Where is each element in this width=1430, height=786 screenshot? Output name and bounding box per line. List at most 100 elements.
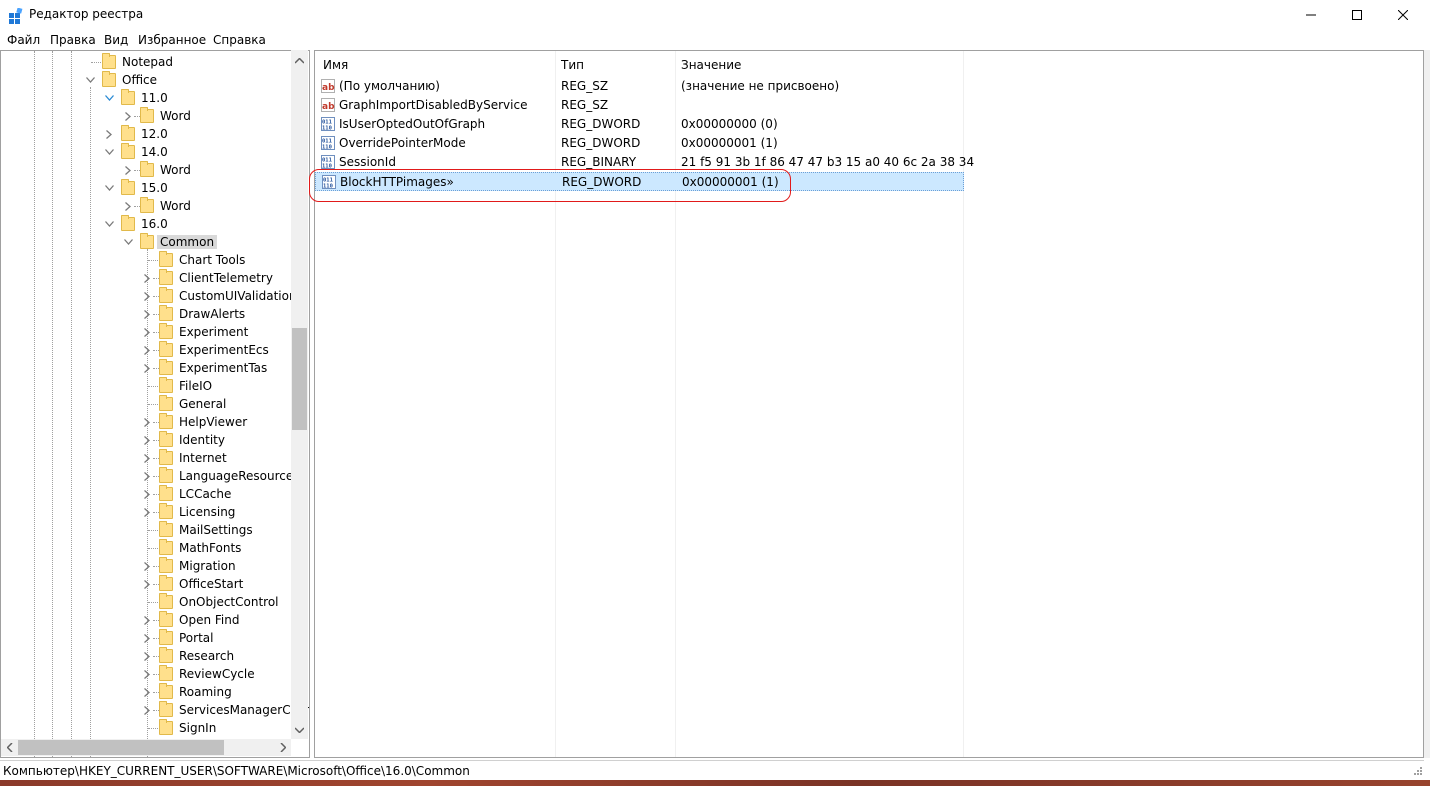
chevron-right-icon[interactable]: [122, 197, 134, 215]
chevron-right-icon[interactable]: [141, 431, 153, 449]
tree-item[interactable]: Licensing: [1, 503, 291, 521]
tree-item-label[interactable]: 15.0: [141, 181, 168, 195]
tree-item[interactable]: Chart Tools: [1, 251, 291, 269]
tree-item-label[interactable]: ClientTelemetry: [179, 271, 273, 285]
tree-item-label[interactable]: CustomUIValidationC: [179, 289, 305, 303]
tree-item-label[interactable]: Word: [160, 199, 191, 213]
tree-item-label[interactable]: LanguageResources: [179, 469, 300, 483]
tree-item[interactable]: MailSettings: [1, 521, 291, 539]
menu-file[interactable]: Файл: [7, 33, 40, 47]
tree-item[interactable]: Notepad: [1, 53, 291, 71]
close-button[interactable]: [1380, 0, 1426, 30]
tree-item-label[interactable]: DrawAlerts: [179, 307, 245, 321]
tree-item[interactable]: 16.0: [1, 215, 291, 233]
chevron-right-icon[interactable]: [141, 575, 153, 593]
menu-help[interactable]: Справка: [213, 33, 266, 47]
tree-item[interactable]: ServicesManagerCach: [1, 701, 309, 719]
value-row[interactable]: 011 110 OverridePointerMode REG_DWORD 0x0000…: [315, 134, 964, 153]
tree-item[interactable]: Word: [1, 107, 291, 125]
chevron-right-icon[interactable]: [141, 305, 153, 323]
tree-item-label[interactable]: Licensing: [179, 505, 235, 519]
minimize-button[interactable]: [1288, 0, 1334, 30]
tree-item[interactable]: ReviewCycle: [1, 665, 291, 683]
tree-item-label[interactable]: Migration: [179, 559, 236, 573]
tree-item[interactable]: Open Find: [1, 611, 291, 629]
tree-item-label[interactable]: General: [179, 397, 226, 411]
tree-item-label[interactable]: Research: [179, 649, 234, 663]
tree-item-label[interactable]: OfficeStart: [179, 577, 243, 591]
tree-item[interactable]: MathFonts: [1, 539, 291, 557]
tree-item-label[interactable]: 11.0: [141, 91, 168, 105]
value-row[interactable]: ab GraphImportDisabledByService REG_SZ: [315, 96, 964, 115]
chevron-down-icon[interactable]: [103, 179, 115, 197]
tree-item-label[interactable]: SignIn: [179, 721, 216, 735]
chevron-right-icon[interactable]: [141, 341, 153, 359]
value-row[interactable]: 011 110 SessionId REG_BINARY 21 f5 91 3b 1f …: [315, 153, 974, 172]
tree-item[interactable]: Common: [1, 233, 291, 251]
chevron-right-icon[interactable]: [141, 557, 153, 575]
chevron-right-icon[interactable]: [141, 323, 153, 341]
tree-vertical-scroll-thumb[interactable]: [292, 328, 307, 430]
maximize-button[interactable]: [1334, 0, 1380, 30]
chevron-right-icon[interactable]: [122, 107, 134, 125]
tree-item-label[interactable]: Internet: [179, 451, 227, 465]
scroll-left-arrow-icon[interactable]: [1, 739, 18, 756]
tree-item-label[interactable]: 14.0: [141, 145, 168, 159]
menu-edit[interactable]: Правка: [50, 33, 96, 47]
tree-item[interactable]: Roaming: [1, 683, 291, 701]
chevron-right-icon[interactable]: [122, 161, 134, 179]
tree-item-label[interactable]: Office: [122, 73, 157, 87]
chevron-down-icon[interactable]: [122, 233, 134, 251]
scroll-right-arrow-icon[interactable]: [274, 739, 291, 756]
chevron-right-icon[interactable]: [141, 287, 153, 305]
tree-item[interactable]: 11.0: [1, 89, 291, 107]
tree-item[interactable]: FileIO: [1, 377, 291, 395]
column-header-type[interactable]: Тип: [561, 58, 584, 72]
resize-grip-icon[interactable]: [1411, 766, 1423, 778]
chevron-right-icon[interactable]: [141, 467, 153, 485]
tree-item-label[interactable]: Word: [160, 109, 191, 123]
tree-item[interactable]: 12.0: [1, 125, 291, 143]
tree-item[interactable]: ExperimentEcs: [1, 341, 291, 359]
tree-item-label[interactable]: Portal: [179, 631, 213, 645]
value-row[interactable]: 011 110 IsUserOptedOutOfGraph REG_DWORD 0x00…: [315, 115, 964, 134]
chevron-down-icon[interactable]: [103, 89, 115, 107]
chevron-right-icon[interactable]: [141, 701, 153, 719]
tree-item-label[interactable]: Chart Tools: [179, 253, 245, 267]
tree-item[interactable]: 15.0: [1, 179, 291, 197]
tree-item[interactable]: Research: [1, 647, 291, 665]
tree-item-label[interactable]: ReviewCycle: [179, 667, 255, 681]
chevron-right-icon[interactable]: [141, 611, 153, 629]
column-header-name[interactable]: Имя: [323, 58, 348, 72]
tree-item-label[interactable]: OnObjectControl: [179, 595, 279, 609]
tree-item[interactable]: Identity: [1, 431, 291, 449]
tree-item-label[interactable]: HelpViewer: [179, 415, 247, 429]
value-row[interactable]: 011 110 BlockHTTPimages» REG_DWORD 0x0000000…: [315, 172, 964, 191]
tree-item[interactable]: LanguageResources: [1, 467, 300, 485]
tree-item[interactable]: Migration: [1, 557, 291, 575]
tree-item-label[interactable]: LCCache: [179, 487, 231, 501]
chevron-down-icon[interactable]: [84, 71, 96, 89]
column-header-data[interactable]: Значение: [681, 58, 741, 72]
scroll-up-arrow-icon[interactable]: [291, 52, 308, 69]
tree-item-label[interactable]: MathFonts: [179, 541, 241, 555]
tree-item[interactable]: 14.0: [1, 143, 291, 161]
tree-item[interactable]: Portal: [1, 629, 291, 647]
tree-item-label[interactable]: Roaming: [179, 685, 232, 699]
tree-item-label[interactable]: Open Find: [179, 613, 239, 627]
tree-item-label[interactable]: FileIO: [179, 379, 212, 393]
tree-item[interactable]: Office: [1, 71, 291, 89]
tree-item-label[interactable]: 16.0: [141, 217, 168, 231]
tree-item[interactable]: Experiment: [1, 323, 291, 341]
tree-item[interactable]: DrawAlerts: [1, 305, 291, 323]
chevron-right-icon[interactable]: [103, 125, 115, 143]
tree-item-label[interactable]: Experiment: [179, 325, 248, 339]
tree-item-label[interactable]: Identity: [179, 433, 225, 447]
tree-item-label[interactable]: Common: [157, 235, 218, 249]
tree-item-label[interactable]: ExperimentEcs: [179, 343, 269, 357]
tree-horizontal-scroll-thumb[interactable]: [18, 740, 224, 755]
tree-item[interactable]: CustomUIValidationC: [1, 287, 305, 305]
chevron-down-icon[interactable]: [103, 215, 115, 233]
chevron-right-icon[interactable]: [141, 359, 153, 377]
chevron-right-icon[interactable]: [141, 269, 153, 287]
